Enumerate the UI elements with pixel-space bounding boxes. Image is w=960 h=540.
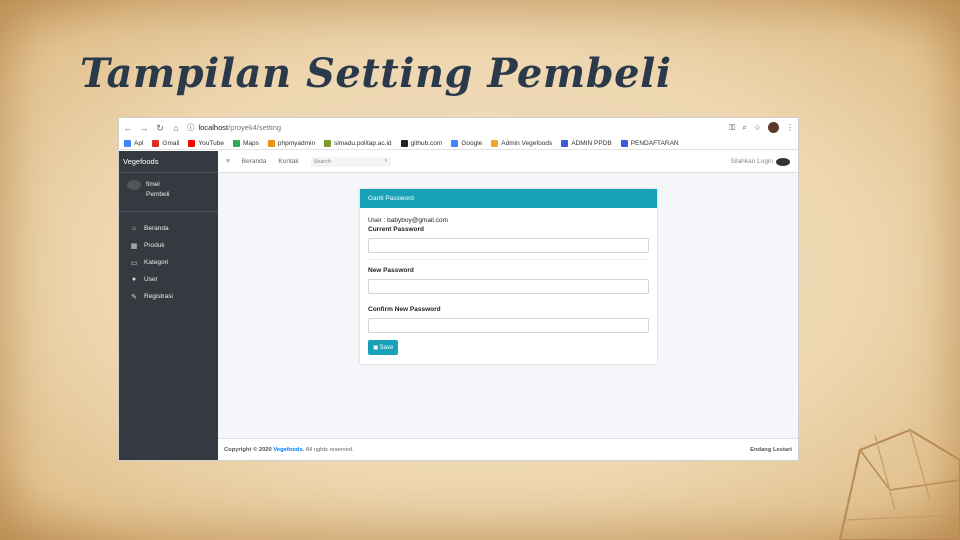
- brand-logo[interactable]: Vegefoods: [119, 151, 218, 173]
- youtube-icon: [188, 139, 196, 147]
- login-link[interactable]: Silahkan Login: [730, 157, 790, 166]
- save-button[interactable]: ▣ Save: [368, 340, 398, 355]
- main-area: ≡ Beranda Kontak Search ⌕ Silahkan Login…: [218, 151, 798, 460]
- info-icon: ⓘ: [187, 123, 195, 132]
- divider: [368, 259, 649, 260]
- new-password-label: New Password: [368, 267, 414, 274]
- slide-title: Tampilan Setting Pembeli: [80, 50, 672, 97]
- user-name[interactable]: fimel: [146, 180, 169, 190]
- bookmark-admin-vegefoods[interactable]: Admin Vegefoods: [491, 139, 552, 147]
- search-icon[interactable]: ⌕: [385, 158, 388, 165]
- bookmark-apps[interactable]: Apl: [124, 139, 143, 147]
- sidebar-item-user[interactable]: ● User: [119, 271, 218, 288]
- save-icon: ▣: [372, 345, 379, 351]
- avatar: [127, 180, 141, 190]
- url-path: /proyek4/setting: [228, 123, 282, 132]
- book-illustration: [838, 428, 960, 540]
- new-password-field[interactable]: [368, 279, 649, 294]
- footer: Copyright © 2020 Vegefoods. All rights r…: [218, 438, 798, 460]
- vegefoods-icon: [491, 139, 499, 147]
- nav-link-kontak[interactable]: Kontak: [278, 158, 298, 165]
- bookmark-github[interactable]: github.com: [400, 139, 442, 147]
- card-title: Ganti Password: [360, 189, 657, 208]
- bookmark-phpmyadmin[interactable]: phpmyadmin: [267, 139, 315, 147]
- star-icon[interactable]: ☆: [754, 123, 761, 132]
- user-email-text: User : babyboy@gmail.com: [368, 217, 448, 224]
- rights-text: All rights reserved.: [304, 446, 354, 453]
- footer-brand-link[interactable]: Vegefoods.: [273, 447, 304, 453]
- bookmark-google[interactable]: Google: [451, 139, 482, 147]
- sidebar-item-beranda[interactable]: ⌂ Beranda: [119, 220, 218, 237]
- hamburger-icon[interactable]: ≡: [226, 158, 230, 165]
- browser-toolbar: ← → ↻ ⌂ ⓘ localhost/proyek4/setting ⚿ ⌕ …: [119, 118, 798, 137]
- phpmyadmin-icon: [267, 139, 275, 147]
- back-icon[interactable]: ←: [123, 123, 133, 133]
- login-label: Silahkan Login: [730, 158, 773, 165]
- reload-icon[interactable]: ↻: [155, 123, 165, 133]
- edit-icon: ✎: [131, 293, 137, 301]
- bookmarks-bar: Apl Gmail YouTube Maps phpmyadmin simadu…: [119, 137, 798, 150]
- web-app: Vegefoods fimel Pembeli ⌂ Beranda ▦ Produk…: [119, 151, 798, 460]
- ppdb-icon: [561, 139, 569, 147]
- save-label: Save: [379, 344, 394, 351]
- zoom-icon[interactable]: ⌕: [742, 123, 746, 133]
- sidebar-menu: ⌂ Beranda ▦ Produk ▭ Kategori ● User ✎ Regist…: [119, 212, 218, 305]
- sidebar-item-kategori[interactable]: ▭ Kategori: [119, 254, 218, 271]
- confirm-password-label: Confirm New Password: [368, 306, 441, 313]
- copyright-text: Copyright © 2020: [224, 446, 274, 453]
- sidebar-item-registrasi[interactable]: ✎ Registrasi: [119, 288, 218, 305]
- sidebar-item-label: User: [144, 276, 158, 283]
- home-icon: ⌂: [131, 225, 137, 232]
- github-icon: [400, 139, 408, 147]
- search-placeholder: Search: [313, 158, 332, 165]
- nav-link-beranda[interactable]: Beranda: [242, 158, 267, 165]
- image-icon: ▭: [130, 259, 138, 267]
- sidebar-item-label: Registrasi: [144, 293, 173, 300]
- bookmark-gmail[interactable]: Gmail: [152, 139, 179, 147]
- user-role: Pembeli: [146, 191, 170, 198]
- home-icon[interactable]: ⌂: [171, 123, 181, 133]
- bookmark-maps[interactable]: Maps: [232, 139, 259, 147]
- bookmark-pendaftaran[interactable]: PENDAFTARAN: [620, 139, 679, 147]
- forward-icon[interactable]: →: [139, 123, 149, 133]
- change-password-card: Ganti Password User : babyboy@gmail.com …: [360, 189, 657, 364]
- current-password-label: Current Password: [368, 226, 424, 233]
- profile-avatar[interactable]: [768, 122, 779, 133]
- maps-icon: [232, 139, 240, 147]
- sidebar-item-label: Beranda: [144, 225, 169, 232]
- sidebar-item-produk[interactable]: ▦ Produk: [119, 237, 218, 254]
- browser-window: ← → ↻ ⌂ ⓘ localhost/proyek4/setting ⚿ ⌕ …: [118, 117, 799, 461]
- calendar-icon: ▦: [130, 242, 138, 250]
- google-icon: [451, 139, 459, 147]
- menu-dots-icon[interactable]: ⋮: [786, 123, 794, 132]
- bookmark-simadu[interactable]: simadu.politap.ac.id: [324, 139, 392, 147]
- user-panel: fimel Pembeli: [119, 173, 218, 212]
- address-bar[interactable]: ⓘ localhost/proyek4/setting: [187, 121, 723, 134]
- key-icon[interactable]: ⚿: [729, 123, 735, 133]
- search-input[interactable]: Search ⌕: [310, 156, 391, 167]
- content-area: Ganti Password User : babyboy@gmail.com …: [218, 173, 798, 438]
- top-navbar: ≡ Beranda Kontak Search ⌕ Silahkan Login: [218, 151, 798, 173]
- gmail-icon: [152, 139, 160, 147]
- current-password-field[interactable]: [368, 238, 649, 253]
- user-icon: ●: [131, 276, 137, 283]
- sidebar-item-label: Produk: [144, 242, 165, 249]
- avatar: [776, 157, 790, 166]
- url-host: localhost: [198, 123, 229, 132]
- bookmark-admin-ppdb[interactable]: ADMIN PPDB: [561, 139, 612, 147]
- pendaftaran-icon: [620, 139, 628, 147]
- bookmark-youtube[interactable]: YouTube: [188, 139, 224, 147]
- sidebar-item-label: Kategori: [144, 259, 169, 266]
- sidebar: Vegefoods fimel Pembeli ⌂ Beranda ▦ Produk…: [119, 151, 218, 460]
- apps-icon: [124, 139, 131, 147]
- simadu-icon: [324, 139, 332, 147]
- footer-author: Endang Lestari: [750, 446, 792, 453]
- confirm-password-field[interactable]: [368, 318, 649, 333]
